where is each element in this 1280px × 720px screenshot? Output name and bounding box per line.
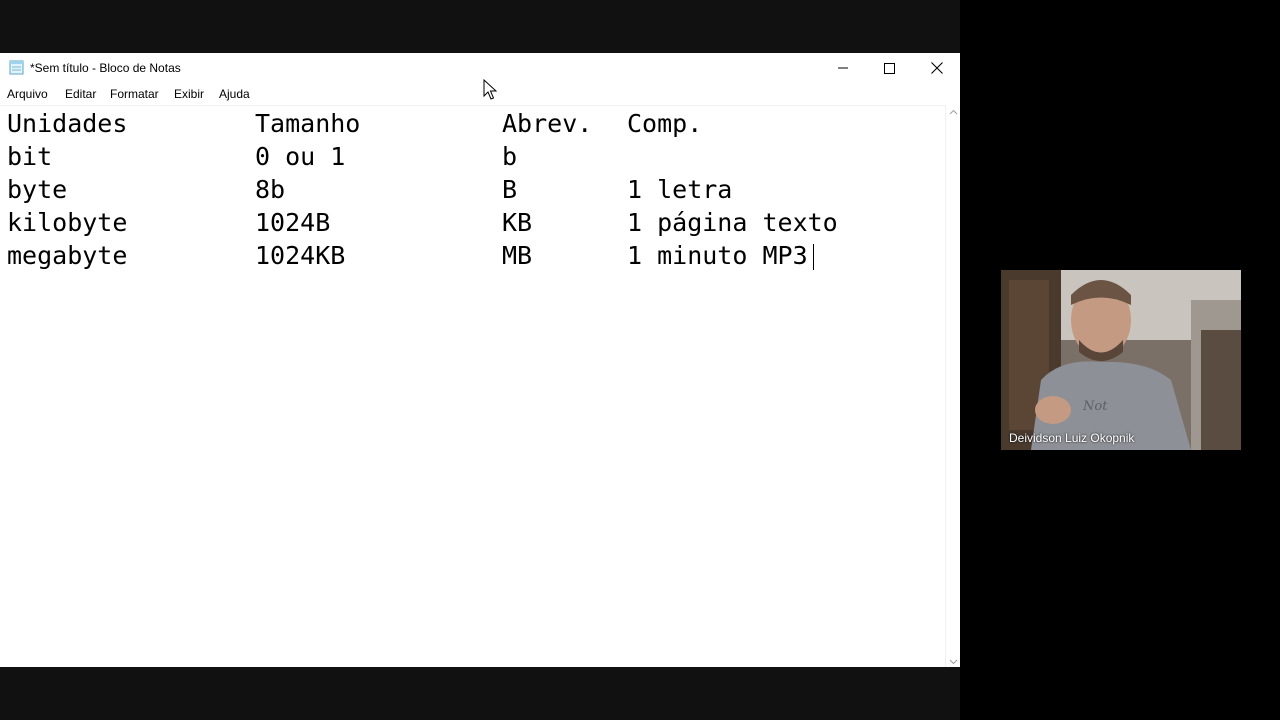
text-cell: Comp.	[627, 109, 703, 138]
vertical-scrollbar[interactable]	[945, 105, 960, 667]
text-line: Unidades Tamanho Abrev. Comp.	[0, 109, 940, 142]
notepad-icon	[9, 60, 24, 75]
menu-bar: Arquivo Editar Formatar Exibir Ajuda	[0, 83, 960, 105]
notepad-window: *Sem título - Bloco de Notas Arquivo Edi…	[0, 53, 960, 667]
text-cell: Tamanho	[255, 109, 361, 138]
participant-video-frame: Not	[1001, 270, 1241, 450]
minimize-icon	[838, 67, 848, 69]
text-cell: 1 página texto	[627, 208, 838, 237]
top-letterbox	[0, 0, 960, 53]
participant-name: Deividson Luiz Okopnik	[1009, 431, 1135, 445]
scroll-down-icon[interactable]	[949, 659, 958, 665]
text-cell: byte	[7, 175, 68, 204]
title-bar[interactable]: *Sem título - Bloco de Notas	[0, 53, 960, 83]
text-cell: b	[502, 142, 518, 171]
text-cell: Unidades	[7, 109, 128, 138]
menu-formatar[interactable]: Formatar	[110, 87, 159, 101]
text-cell: 1 letra	[627, 175, 733, 204]
close-button[interactable]	[914, 53, 960, 83]
text-cell: 0 ou 1	[255, 142, 346, 171]
minimize-button[interactable]	[820, 53, 866, 83]
text-cell: kilobyte	[7, 208, 128, 237]
scroll-up-icon[interactable]	[949, 109, 958, 115]
text-cell: B	[502, 175, 518, 204]
maximize-button[interactable]	[866, 53, 912, 83]
text-cell: 1024KB	[255, 241, 346, 270]
svg-text:Not: Not	[1082, 399, 1108, 414]
text-line: megabyte 1024KB MB 1 minuto MP3	[0, 241, 940, 274]
text-cell: 8b	[255, 175, 286, 204]
bottom-letterbox	[0, 667, 960, 720]
menu-arquivo[interactable]: Arquivo	[7, 87, 48, 101]
text-caret	[813, 244, 814, 270]
close-icon	[931, 62, 943, 74]
text-line: byte 8b B 1 letra	[0, 175, 940, 208]
text-line: kilobyte 1024B KB 1 página texto	[0, 208, 940, 241]
text-cell: MB	[502, 241, 533, 270]
maximize-icon	[883, 62, 895, 74]
text-cell: KB	[502, 208, 533, 237]
text-cell: 1 minuto MP3	[627, 241, 808, 270]
text-cell: megabyte	[7, 241, 128, 270]
menu-editar[interactable]: Editar	[65, 87, 96, 101]
window-title: *Sem título - Bloco de Notas	[30, 61, 181, 75]
text-cell: 1024B	[255, 208, 331, 237]
text-editor[interactable]: Unidades Tamanho Abrev. Comp. bit 0 ou 1…	[0, 105, 945, 667]
menu-ajuda[interactable]: Ajuda	[219, 87, 250, 101]
text-cell: Abrev.	[502, 109, 593, 138]
text-cell: bit	[7, 142, 53, 171]
text-line: bit 0 ou 1 b	[0, 142, 940, 175]
mouse-pointer-icon	[483, 79, 497, 100]
menu-exibir[interactable]: Exibir	[174, 87, 204, 101]
participant-video: Not Deividson Luiz Okopnik	[1001, 270, 1241, 450]
